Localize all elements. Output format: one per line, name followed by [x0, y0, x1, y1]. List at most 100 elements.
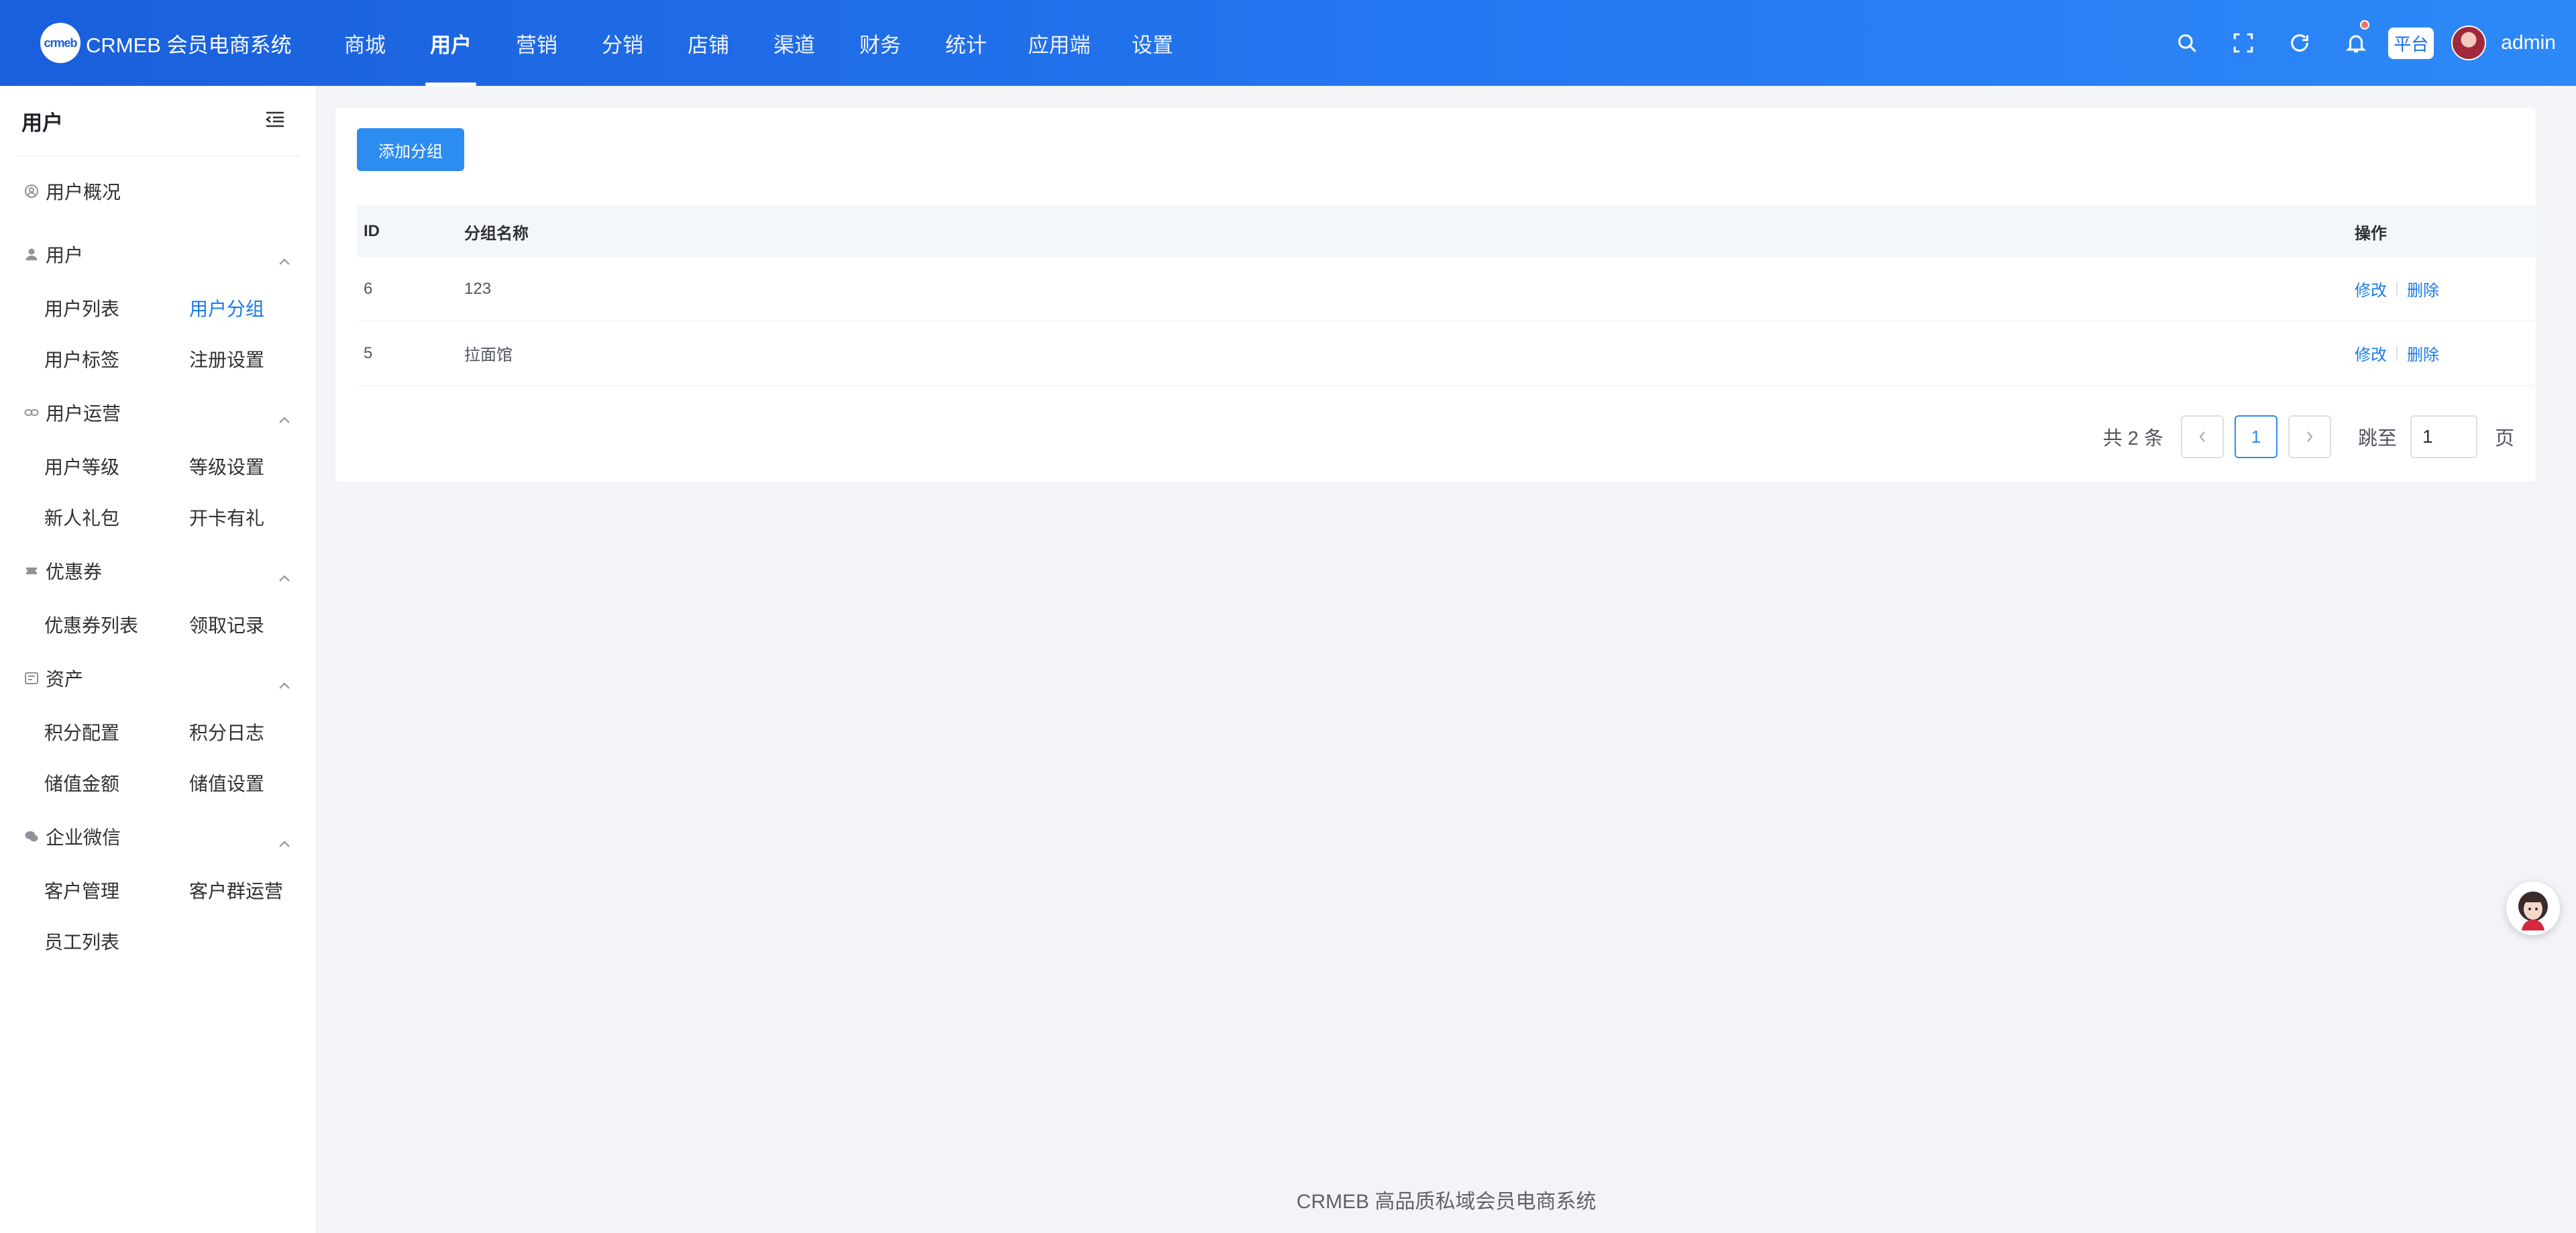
sidebar-item-card-gift[interactable]: 开卡有礼 — [189, 492, 334, 543]
topnav-item-mall[interactable]: 商城 — [322, 0, 408, 86]
chevron-right-icon — [2307, 431, 2313, 442]
sidebar-group-assets: 资产 积分配置 积分日志 储值金额 储值设置 — [0, 650, 316, 808]
topnav-item-store[interactable]: 店铺 — [665, 0, 751, 86]
sidebar-title: 用户 — [21, 111, 63, 135]
sidebar-item-user-tags[interactable]: 用户标签 — [44, 333, 189, 384]
sidebar-item-level-settings[interactable]: 等级设置 — [189, 441, 334, 492]
column-header-name: 分组名称 — [464, 224, 529, 243]
sidebar-item-user-group[interactable]: 用户分组 — [189, 282, 334, 333]
sidebar-item-coupon-list[interactable]: 优惠券列表 — [44, 599, 189, 650]
fullscreen-icon[interactable] — [2215, 0, 2271, 86]
search-icon[interactable] — [2159, 0, 2215, 86]
topnav-item-statistics[interactable]: 统计 — [923, 0, 1009, 86]
table-header: ID 分组名称 操作 — [357, 206, 2536, 257]
sidebar-group-head-user[interactable]: 用户 — [0, 226, 316, 282]
topnav-item-settings[interactable]: 设置 — [1110, 0, 1195, 86]
customer-service-avatar[interactable] — [2506, 881, 2560, 935]
link-separator — [2396, 281, 2398, 297]
wechat-icon — [24, 829, 39, 844]
main-content-card: 添加分组 ID 分组名称 操作 6 123 修改 删除 5 拉面馆 修改 删除 … — [335, 107, 2536, 482]
sidebar-group-label: 企业微信 — [46, 827, 121, 848]
cell-ops: 修改 删除 — [2355, 341, 2536, 365]
brand[interactable]: crmeb CRMEB 会员电商系统 — [40, 23, 322, 63]
refresh-icon[interactable] — [2271, 0, 2328, 86]
topnav-item-user[interactable]: 用户 — [408, 0, 494, 86]
group-table: ID 分组名称 操作 6 123 修改 删除 5 拉面馆 修改 删除 — [357, 206, 2536, 386]
pagination: 共 2 条 1 跳至 1 页 — [2103, 415, 2514, 458]
sidebar-item-register-settings[interactable]: 注册设置 — [189, 333, 334, 384]
notification-dot — [2360, 20, 2370, 30]
avatar[interactable] — [2451, 25, 2487, 60]
sidebar-group-head-assets[interactable]: 资产 — [0, 650, 316, 706]
sidebar-subitems: 积分配置 积分日志 储值金额 储值设置 — [0, 706, 316, 808]
sidebar-group-label: 优惠券 — [46, 561, 103, 582]
add-group-button[interactable]: 添加分组 — [357, 128, 464, 171]
sidebar-item-newcomer-gift[interactable]: 新人礼包 — [44, 492, 189, 543]
bell-icon[interactable] — [2328, 0, 2384, 86]
chevron-up-icon — [278, 566, 290, 587]
brand-name: CRMEB 会员电商系统 — [86, 33, 292, 57]
link-icon — [24, 405, 39, 420]
delete-link[interactable]: 删除 — [2407, 341, 2439, 365]
edit-link[interactable]: 修改 — [2355, 341, 2387, 365]
sidebar-item-points-log[interactable]: 积分日志 — [189, 706, 334, 757]
sidebar-item-points-config[interactable]: 积分配置 — [44, 706, 189, 757]
sidebar-group-label: 用户 — [46, 245, 84, 266]
chevron-left-icon — [2199, 431, 2205, 442]
username[interactable]: admin — [2501, 32, 2556, 54]
topnav-item-apps[interactable]: 应用端 — [1009, 0, 1110, 86]
sidebar-group-head-wecom[interactable]: 企业微信 — [0, 808, 316, 865]
sidebar-item-balance-settings[interactable]: 储值设置 — [189, 757, 334, 808]
sidebar-header: 用户 — [0, 86, 316, 156]
sidebar-subitems: 用户等级 等级设置 新人礼包 开卡有礼 — [0, 441, 316, 543]
sidebar-item-overview[interactable]: 用户概况 — [0, 156, 316, 226]
jump-page-input[interactable]: 1 — [2410, 415, 2477, 458]
logo: crmeb — [40, 23, 80, 63]
sidebar-group-head-operations[interactable]: 用户运营 — [0, 384, 316, 441]
sidebar-item-customer-management[interactable]: 客户管理 — [44, 865, 189, 916]
delete-link[interactable]: 删除 — [2407, 277, 2439, 301]
page-number-current[interactable]: 1 — [2234, 415, 2277, 458]
table-row: 6 123 修改 删除 — [357, 257, 2536, 321]
chevron-up-icon — [278, 249, 290, 270]
user-circle-icon — [24, 184, 39, 199]
coupon-icon — [24, 564, 39, 578]
link-separator — [2396, 345, 2398, 361]
footer-copyright: CRMEB 高品质私域会员电商系统 — [1296, 1191, 1597, 1213]
page-word: 页 — [2494, 428, 2514, 449]
support-avatar-icon — [2518, 892, 2548, 930]
sidebar-item-balance-amount[interactable]: 储值金额 — [44, 757, 189, 808]
topnav-item-marketing[interactable]: 营销 — [494, 0, 580, 86]
collapse-menu-icon[interactable] — [265, 111, 285, 131]
wallet-icon — [24, 671, 39, 686]
sidebar-item-user-level[interactable]: 用户等级 — [44, 441, 189, 492]
next-page-button[interactable] — [2288, 415, 2331, 458]
sidebar-item-user-list[interactable]: 用户列表 — [44, 282, 189, 333]
prev-page-button[interactable] — [2180, 415, 2224, 458]
top-nav: 商城 用户 营销 分销 店铺 渠道 财务 统计 应用端 设置 — [322, 0, 1195, 86]
topnav-item-finance[interactable]: 财务 — [837, 0, 923, 86]
topnav-item-distribution[interactable]: 分销 — [580, 0, 665, 86]
sidebar-item-label: 用户概况 — [46, 182, 121, 203]
sidebar-group-head-coupon[interactable]: 优惠券 — [0, 543, 316, 599]
sidebar-group-wecom: 企业微信 客户管理 客户群运营 员工列表 — [0, 808, 316, 967]
edit-link[interactable]: 修改 — [2355, 277, 2387, 301]
sidebar-item-staff-list[interactable]: 员工列表 — [44, 916, 189, 967]
platform-badge[interactable]: 平台 — [2388, 27, 2434, 59]
top-header: crmeb CRMEB 会员电商系统 商城 用户 营销 分销 店铺 渠道 财务 … — [0, 0, 2576, 86]
sidebar-subitems: 用户列表 用户分组 用户标签 注册设置 — [0, 282, 316, 384]
app-root: crmeb CRMEB 会员电商系统 商城 用户 营销 分销 店铺 渠道 财务 … — [0, 0, 2576, 1233]
cell-name: 123 — [464, 279, 492, 298]
user-icon — [24, 247, 39, 262]
cell-name: 拉面馆 — [464, 346, 513, 364]
cell-id: 6 — [364, 279, 373, 298]
sidebar-group-operations: 用户运营 用户等级 等级设置 新人礼包 开卡有礼 — [0, 384, 316, 543]
chevron-up-icon — [278, 831, 290, 853]
sidebar-item-claim-records[interactable]: 领取记录 — [189, 599, 334, 650]
sidebar-item-customer-group-ops[interactable]: 客户群运营 — [189, 865, 334, 916]
sidebar-group-label: 用户运营 — [46, 403, 121, 424]
topnav-item-channel[interactable]: 渠道 — [751, 0, 837, 86]
sidebar-group-coupon: 优惠券 优惠券列表 领取记录 — [0, 543, 316, 650]
sidebar-subitems: 优惠券列表 领取记录 — [0, 599, 316, 650]
column-header-ops: 操作 — [2355, 224, 2387, 243]
